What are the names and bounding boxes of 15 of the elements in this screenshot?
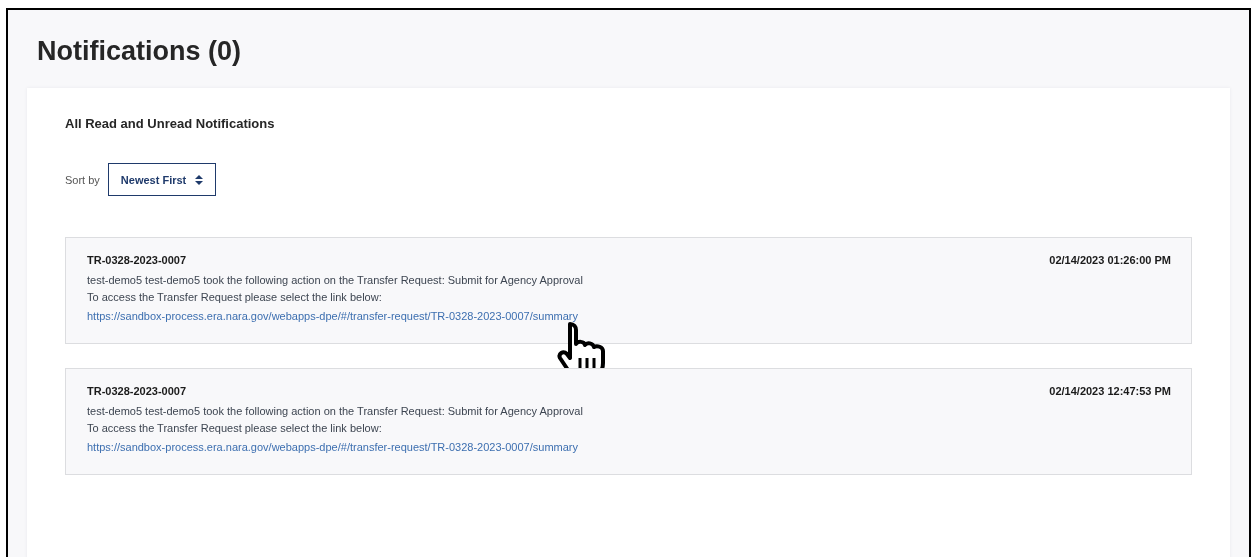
sort-select[interactable]: Newest First (107, 163, 217, 196)
page-title: Notifications (0) (36, 35, 242, 68)
access-instruction: To access the Transfer Request please select the link below: (87, 421, 383, 436)
notification-date: 02/14/2023 12:47:53 PM (1049, 385, 1171, 397)
request-id: TR-0328-2023-0007 (87, 385, 187, 397)
notification-date: 02/14/2023 01:26:00 PM (1049, 254, 1171, 266)
transfer-request-link[interactable]: https://sandbox-process.era.nara.gov/webapps-dpe/#/transfer-request/TR-0328-2023-0007/summary (87, 310, 578, 322)
section-heading: All Read and Unread Notifications (65, 116, 276, 131)
sort-arrows-icon (195, 174, 204, 185)
notification-message: test-demo5 test-demo5 took the following action on the Transfer Request: Submit for Agency Approval (87, 404, 584, 419)
sort-label: Sort by (65, 173, 100, 186)
notification-message: test-demo5 test-demo5 took the following action on the Transfer Request: Submit for Agency Approval (87, 273, 584, 288)
access-instruction: To access the Transfer Request please select the link below: (87, 290, 383, 305)
request-id: TR-0328-2023-0007 (87, 254, 187, 266)
transfer-request-link[interactable]: https://sandbox-process.era.nara.gov/webapps-dpe/#/transfer-request/TR-0328-2023-0007/summary (87, 441, 578, 453)
